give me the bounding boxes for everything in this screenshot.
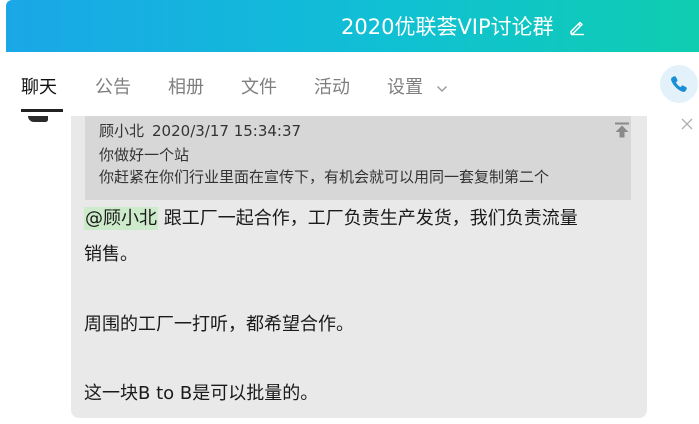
quote-header: 顾小北 2020/3/17 15:34:37 <box>99 121 301 141</box>
message-line: 这一块B to B是可以批量的。 <box>84 383 319 404</box>
tab-activities[interactable]: 活动 <box>314 76 350 100</box>
message-line: 销售。 <box>84 244 138 265</box>
avatar[interactable] <box>28 116 48 122</box>
chevron-down-icon[interactable] <box>436 83 448 95</box>
tab-album[interactable]: 相册 <box>168 76 204 100</box>
quoted-message[interactable]: 顾小北 2020/3/17 15:34:37 你做好一个站 你赶紧在你们行业里面在… <box>85 116 631 200</box>
active-tab-indicator <box>21 109 63 112</box>
quote-text-line: 你赶紧在你们行业里面在宣传下，有机会就可以用同一套复制第二个 <box>99 168 550 186</box>
tab-settings[interactable]: 设置 <box>387 76 423 100</box>
chat-area: 顾小北 2020/3/17 15:34:37 你做好一个站 你赶紧在你们行业里面在… <box>0 116 699 424</box>
tab-chat[interactable]: 聊天 <box>21 76 57 100</box>
quote-text-line: 你做好一个站 <box>99 146 190 164</box>
message-line: 周围的工厂一打听，都希望合作。 <box>84 314 354 335</box>
message-line: @顾小北 跟工厂一起合作，工厂负责生产发货，我们负责流量 <box>84 207 578 231</box>
quote-author: 顾小北 <box>99 122 145 140</box>
jump-to-top-icon[interactable] <box>613 121 631 139</box>
tab-announcements[interactable]: 公告 <box>95 76 131 100</box>
call-button[interactable] <box>660 65 698 103</box>
chat-window: 2020优联荟VIP讨论群 聊天 公告 相册 文件 活动 设置 顾小北 2020… <box>0 0 699 424</box>
tab-files[interactable]: 文件 <box>241 76 277 100</box>
group-title: 2020优联荟VIP讨论群 <box>341 15 554 39</box>
message-bubble[interactable]: 顾小北 2020/3/17 15:34:37 你做好一个站 你赶紧在你们行业里面在… <box>71 116 647 418</box>
message-text: 跟工厂一起合作，工厂负责生产发货，我们负责流量 <box>158 208 578 229</box>
title-bar: 2020优联荟VIP讨论群 <box>6 0 699 52</box>
pencil-icon[interactable] <box>568 18 586 36</box>
close-icon[interactable] <box>681 118 693 130</box>
quote-timestamp: 2020/3/17 15:34:37 <box>152 122 302 140</box>
mention-tag[interactable]: @顾小北 <box>84 207 158 230</box>
phone-icon <box>671 76 687 92</box>
tab-bar: 聊天 公告 相册 文件 活动 设置 <box>0 52 699 116</box>
